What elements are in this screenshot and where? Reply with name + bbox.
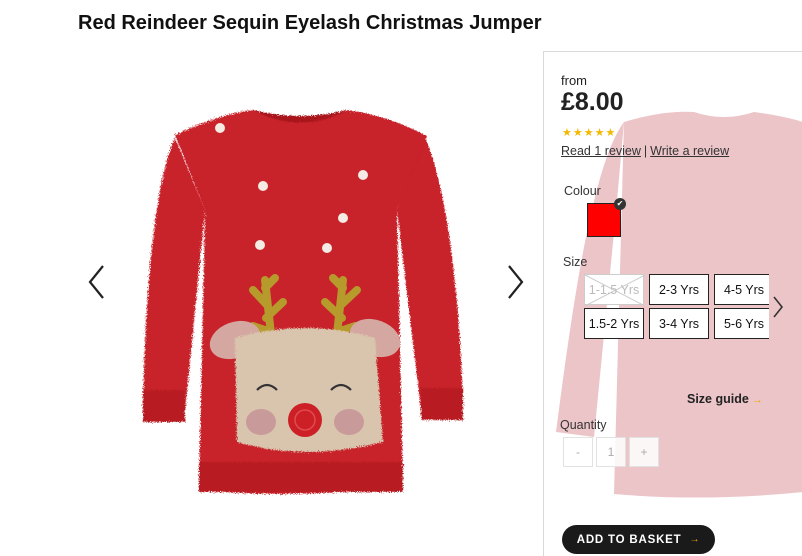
buy-panel: from £8.00 ★ ★ ★ ★ ★ Read 1 review | Write… (543, 51, 802, 556)
size-option[interactable]: 1.5-2 Yrs (584, 308, 644, 339)
colour-label: Colour (564, 184, 601, 198)
size-option-unavailable[interactable]: 1-1.5 Yrs (584, 274, 645, 306)
size-label: Size (563, 255, 588, 269)
size-option[interactable]: 3-4 Yrs (649, 308, 709, 339)
selected-check-icon: ✔ (614, 198, 626, 210)
write-review-link[interactable]: Write a review (650, 144, 729, 158)
arrow-right-icon: → (689, 534, 701, 545)
star-icon: ★ (572, 127, 583, 139)
price-from-label: from (561, 73, 587, 88)
chevron-right-icon (508, 265, 524, 299)
quantity-decrease-button[interactable]: - (563, 437, 593, 467)
chevron-right-icon (773, 296, 784, 318)
star-rating: ★ ★ ★ ★ ★ (562, 128, 615, 139)
star-icon: ★ (594, 127, 605, 139)
size-option[interactable]: 2-3 Yrs (649, 274, 709, 305)
star-icon: ★ (583, 127, 594, 139)
quantity-label: Quantity (560, 418, 607, 432)
reviews-links: Read 1 review | Write a review (561, 144, 729, 158)
size-option[interactable]: 5-6 Yrs (714, 308, 769, 339)
size-option[interactable]: 4-5 Yrs (714, 274, 769, 305)
price: £8.00 (561, 88, 624, 116)
size-option-label: 1-1.5 Yrs (588, 282, 640, 297)
read-reviews-link[interactable]: Read 1 review (561, 144, 641, 158)
product-image-gallery (80, 90, 530, 520)
star-icon: ★ (605, 127, 616, 139)
size-options: 1-1.5 Yrs 2-3 Yrs 4-5 Yrs 1.5-2 Yrs 3-4 … (584, 274, 769, 342)
add-to-basket-label: ADD TO BASKET (576, 533, 682, 546)
add-to-basket-button[interactable]: ADD TO BASKET → (562, 525, 715, 554)
size-guide-label: Size guide (687, 392, 749, 406)
size-guide-link[interactable]: Size guide → (687, 392, 763, 406)
arrow-right-icon: → (751, 394, 763, 406)
chevron-left-icon (88, 265, 104, 299)
reviews-separator: | (643, 144, 648, 158)
gallery-prev-button[interactable] (82, 262, 112, 302)
product-image (143, 110, 463, 494)
star-icon: ★ (562, 127, 572, 139)
quantity-input[interactable]: 1 (596, 437, 626, 467)
gallery-next-button[interactable] (500, 262, 530, 302)
product-title: Red Reindeer Sequin Eyelash Christmas Ju… (78, 12, 542, 34)
quantity-increase-button[interactable]: + (629, 437, 659, 467)
sizes-next-button[interactable] (772, 295, 784, 324)
quantity-stepper: - 1 + (563, 437, 659, 467)
